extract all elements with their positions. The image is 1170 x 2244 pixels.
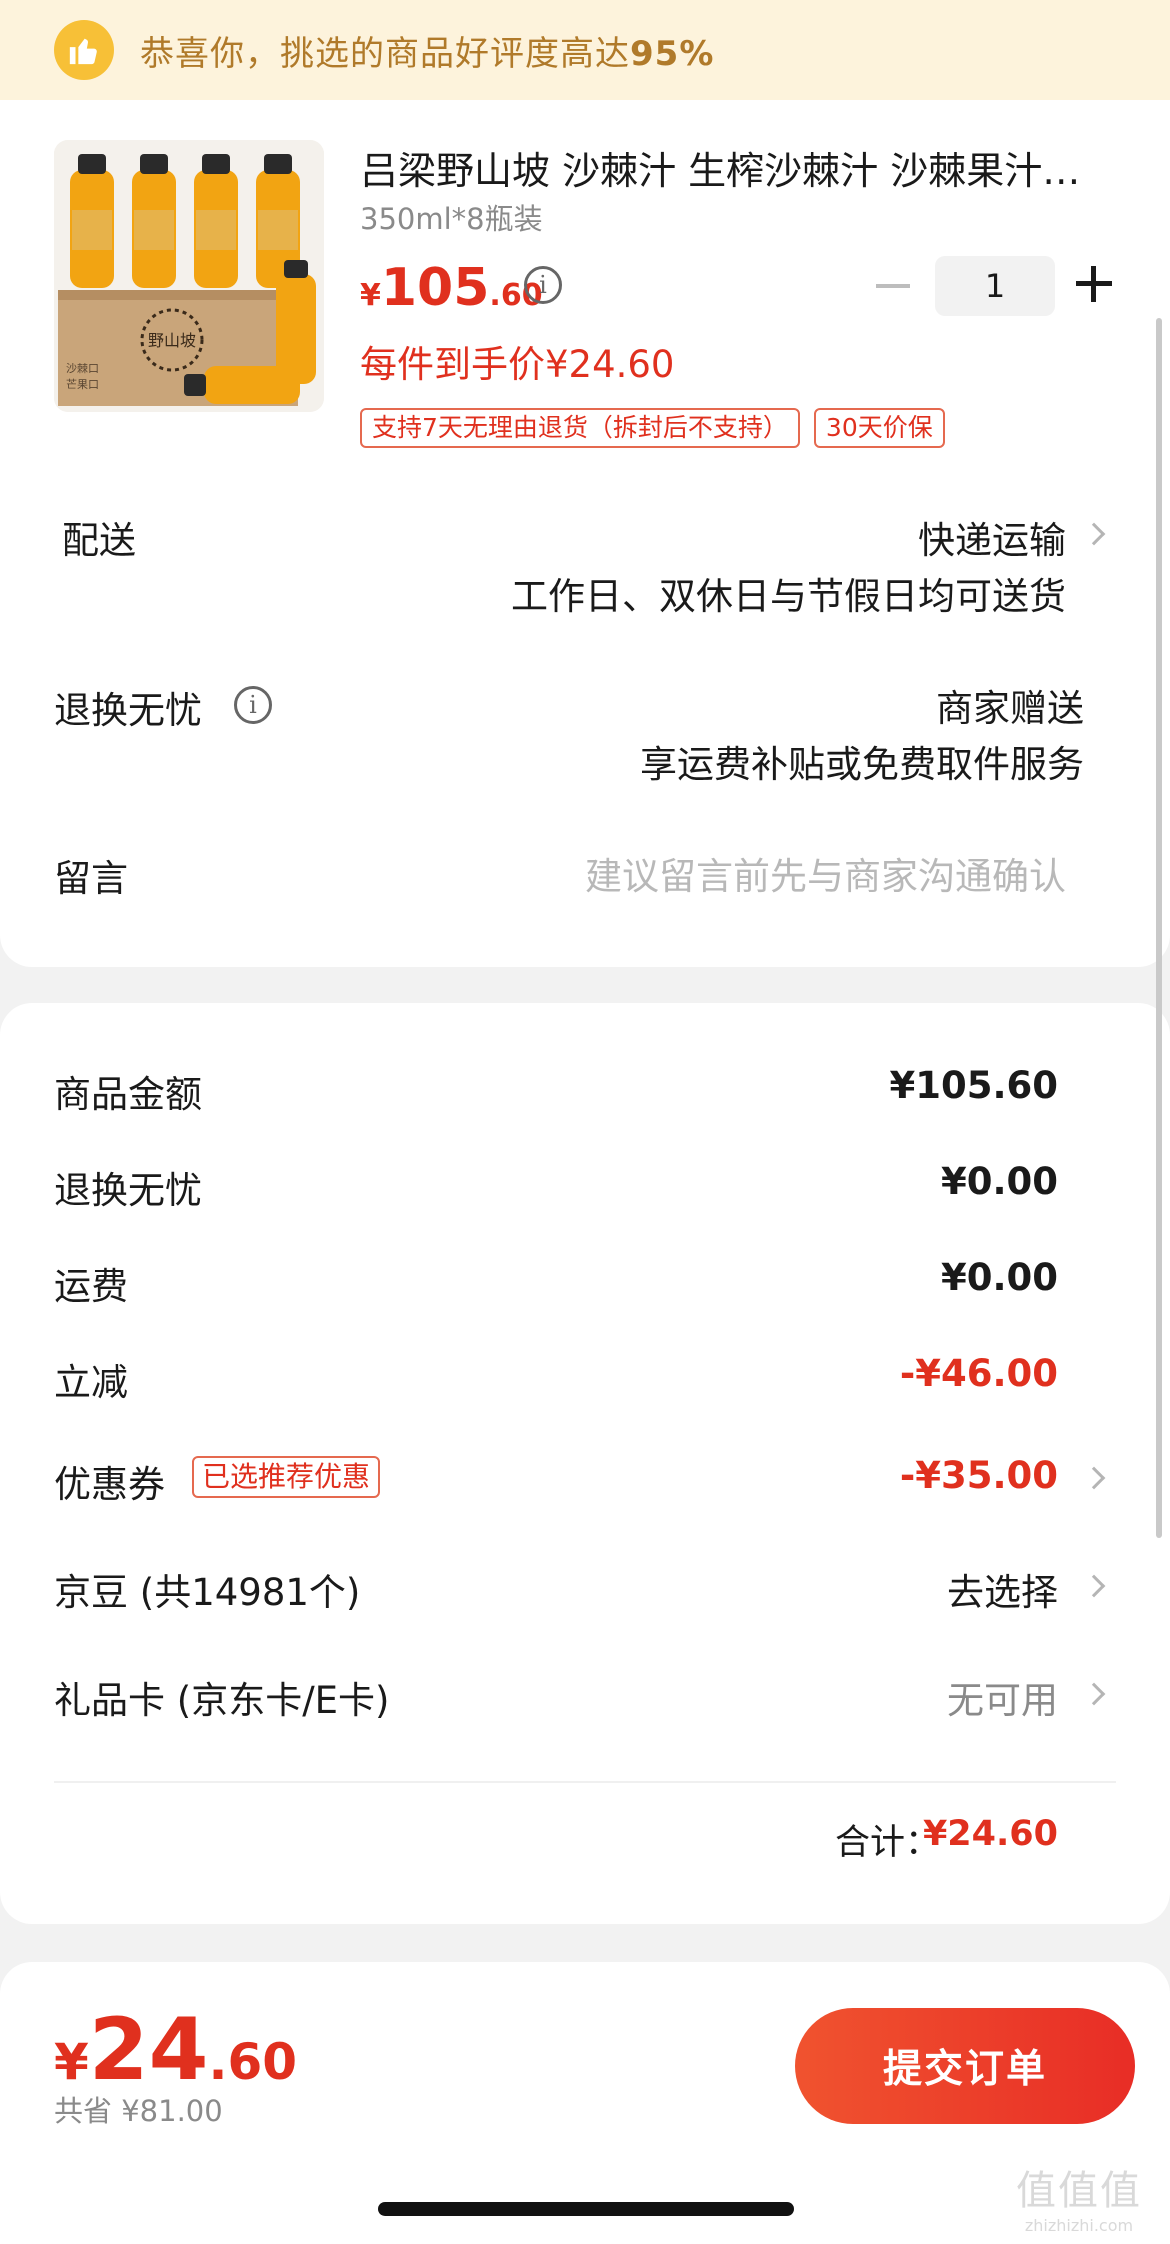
worry-free-value: 商家赠送	[936, 687, 1084, 730]
svg-text:沙棘口: 沙棘口	[66, 362, 99, 375]
shipping-value: ¥0.00	[940, 1256, 1058, 1299]
message-input[interactable]: 建议留言前先与商家沟通确认	[585, 846, 1066, 900]
product-tags: 支持7天无理由退货（拆封后不支持） 30天价保	[360, 408, 945, 448]
gift-card-value[interactable]: 无可用	[947, 1670, 1058, 1724]
coupon-selected-tag: 已选推荐优惠	[192, 1456, 381, 1498]
unit-price: 每件到手价¥24.60	[360, 343, 675, 386]
watermark: 值值值 zhizhizhi.com	[1016, 2168, 1142, 2235]
quantity-increase-button[interactable]	[1076, 266, 1112, 302]
price-info-icon[interactable]: i	[524, 266, 562, 304]
instant-discount-value: -¥46.00	[899, 1352, 1058, 1395]
saved-amount: 共省 ¥81.00	[54, 2094, 223, 2128]
submit-order-button[interactable]: 提交订单	[795, 2008, 1135, 2124]
worry-free-info-icon[interactable]: i	[234, 686, 272, 724]
goods-amount-label: 商品金额	[54, 1073, 202, 1116]
product-image[interactable]: 野山坡 沙棘口 芒果口	[54, 140, 324, 412]
worry-free-fee-label: 退换无忧	[54, 1169, 202, 1212]
total-value: ¥24.60	[922, 1814, 1058, 1854]
worry-free-fee-value: ¥0.00	[940, 1160, 1058, 1203]
message-label: 留言	[54, 857, 128, 900]
delivery-method[interactable]: 快递运输	[918, 510, 1066, 564]
fees-divider	[54, 1781, 1116, 1783]
product-title[interactable]: 吕梁野山坡 沙棘汁 生榨沙棘汁 沙棘果汁…	[360, 140, 1110, 195]
price-protection-tag: 30天价保	[813, 408, 945, 448]
worry-free-note: 享运费补贴或免费取件服务	[640, 743, 1084, 786]
scrollbar[interactable]	[1156, 318, 1162, 1538]
worry-free-label: 退换无忧	[54, 689, 202, 732]
delivery-note: 工作日、双休日与节假日均可送货	[511, 575, 1066, 618]
svg-text:芒果口: 芒果口	[66, 378, 99, 391]
return-policy-tag: 支持7天无理由退货（拆封后不支持）	[360, 408, 800, 448]
product-spec: 350ml*8瓶装	[360, 202, 543, 236]
banner-text: 恭喜你，挑选的商品好评度高达95%	[140, 33, 715, 74]
quantity-field[interactable]: 1	[935, 256, 1055, 316]
jd-beans-value[interactable]: 去选择	[947, 1562, 1058, 1616]
thumbs-up-icon	[54, 20, 114, 80]
svg-text:野山坡: 野山坡	[148, 331, 196, 350]
coupon-value[interactable]: -¥35.00	[900, 1454, 1058, 1497]
home-indicator[interactable]	[378, 2202, 794, 2216]
goods-amount-value: ¥105.60	[889, 1064, 1058, 1107]
product-price: ¥105.60	[360, 258, 543, 318]
jd-beans-label: 京豆 (共14981个)	[54, 1571, 361, 1614]
pay-amount: ¥24.60	[54, 2000, 298, 2100]
praise-banner: 恭喜你，挑选的商品好评度高达95%	[0, 0, 1170, 100]
coupon-label: 优惠券	[54, 1463, 165, 1506]
quantity-decrease-button[interactable]	[876, 284, 910, 288]
gift-card-label: 礼品卡 (京东卡/E卡)	[54, 1679, 390, 1722]
shipping-label: 运费	[54, 1265, 128, 1308]
instant-discount-label: 立减	[54, 1361, 128, 1404]
delivery-label: 配送	[62, 519, 136, 562]
